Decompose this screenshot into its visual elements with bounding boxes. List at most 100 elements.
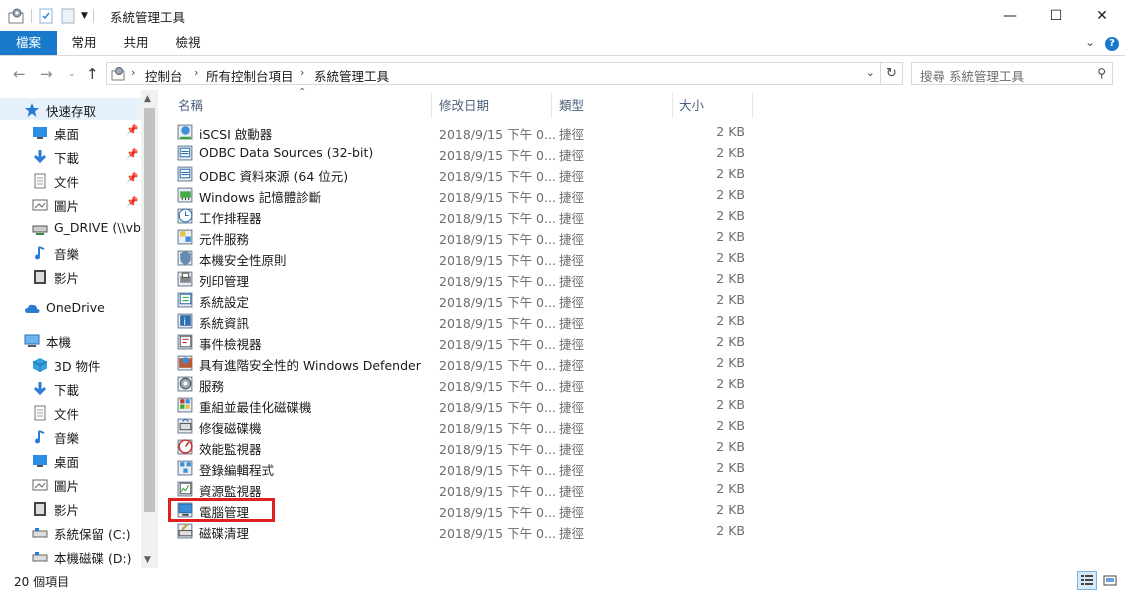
nav-item[interactable]: 系統保留 (C:) (0, 521, 141, 543)
file-row[interactable]: 效能監視器 2018/9/15 下午 0... 捷徑 2 KB (170, 436, 755, 457)
file-row[interactable]: 元件服務 2018/9/15 下午 0... 捷徑 2 KB (170, 226, 755, 247)
file-row[interactable]: Windows 記憶體診斷 2018/9/15 下午 0... 捷徑 2 KB (170, 184, 755, 205)
refresh-icon[interactable]: ↻ (881, 62, 903, 85)
scrollbar-thumb[interactable] (144, 108, 155, 512)
expand-ribbon-chevron-icon[interactable]: ⌄ (1085, 35, 1095, 49)
tab-share[interactable]: 共用 (116, 31, 156, 55)
nav-scrollbar[interactable]: ▲ ▼ (141, 90, 158, 568)
navigation-pane: 快速存取 桌面 📌 下載 📌 文件 📌 圖片 📌 G_DRIVE (\\vbc 音樂 影片 OneDri… (0, 90, 158, 568)
close-button[interactable]: ✕ (1079, 0, 1125, 31)
address-bar[interactable]: › 控制台 › 所有控制台項目 › 系統管理工具 ⌄ (106, 62, 881, 85)
event-viewer-icon (177, 333, 194, 350)
nav-item[interactable]: 圖片 📌 (0, 193, 141, 215)
file-row[interactable]: 列印管理 2018/9/15 下午 0... 捷徑 2 KB (170, 268, 755, 289)
minimize-button[interactable]: — (987, 0, 1033, 31)
file-row[interactable]: 服務 2018/9/15 下午 0... 捷徑 2 KB (170, 373, 755, 394)
scroll-up-icon[interactable]: ▲ (144, 94, 151, 104)
file-row[interactable]: 事件檢視器 2018/9/15 下午 0... 捷徑 2 KB (170, 331, 755, 352)
file-row[interactable]: 具有進階安全性的 Windows Defender ... 2018/9/15 下… (170, 352, 755, 373)
search-icon[interactable]: ⚲ (1097, 66, 1106, 80)
file-row[interactable]: 資源監視器 2018/9/15 下午 0... 捷徑 2 KB (170, 478, 755, 499)
nav-item[interactable]: 文件 (0, 401, 141, 423)
nav-item[interactable]: 3D 物件 (0, 353, 141, 375)
nav-item[interactable]: 本機磁碟 (D:) (0, 545, 141, 567)
file-row[interactable]: 修復磁碟機 2018/9/15 下午 0... 捷徑 2 KB (170, 415, 755, 436)
nav-item-label: 文件 (54, 175, 80, 190)
file-row[interactable]: i 系統資訊 2018/9/15 下午 0... 捷徑 2 KB (170, 310, 755, 331)
recent-locations-chevron-icon[interactable]: ⌄ (68, 69, 76, 79)
search-input[interactable]: 搜尋 系統管理工具 (920, 66, 1024, 85)
drive-icon (32, 549, 48, 563)
breadcrumb-control-panel[interactable]: 控制台 (145, 66, 183, 85)
file-type: 捷徑 (559, 316, 585, 331)
column-divider[interactable] (431, 93, 432, 118)
admin-tools-icon[interactable] (8, 7, 26, 25)
nav-item[interactable]: 影片 (0, 265, 141, 287)
forward-arrow-icon[interactable]: → (40, 65, 53, 83)
details-view-button[interactable] (1077, 571, 1097, 590)
memory-diagnostic-icon (177, 186, 194, 203)
tab-home[interactable]: 常用 (64, 31, 104, 55)
nav-item[interactable]: 文件 📌 (0, 169, 141, 191)
file-size: 2 KB (716, 481, 745, 496)
file-row[interactable]: 本機安全性原則 2018/9/15 下午 0... 捷徑 2 KB (170, 247, 755, 268)
back-arrow-icon[interactable]: ← (13, 65, 26, 83)
file-name: 本機安全性原則 (199, 253, 287, 268)
nav-item-label: G_DRIVE (\\vbc (54, 220, 141, 235)
column-divider[interactable] (551, 93, 552, 118)
column-header-date[interactable]: 修改日期 (439, 93, 549, 118)
print-management-icon (177, 270, 194, 287)
breadcrumb-admin-tools[interactable]: 系統管理工具 (314, 66, 389, 85)
nav-item[interactable]: G_DRIVE (\\vbc (0, 217, 141, 239)
nav-item[interactable]: 桌面 📌 (0, 121, 141, 143)
file-row[interactable]: 系統設定 2018/9/15 下午 0... 捷徑 2 KB (170, 289, 755, 310)
nav-item[interactable]: 下載 📌 (0, 145, 141, 167)
column-header-size[interactable]: 大小 (679, 93, 749, 118)
nav-item[interactable]: 影片 (0, 497, 141, 519)
nav-item[interactable]: 音樂 (0, 241, 141, 263)
ribbon-tabs: 檔案 常用 共用 檢視 ⌄ ? (0, 31, 1125, 56)
file-row[interactable]: iSCSI 啟動器 2018/9/15 下午 0... 捷徑 2 KB (170, 121, 755, 142)
divider (92, 9, 94, 23)
nav-item[interactable]: 桌面 (0, 449, 141, 471)
customize-qa-chevron-icon[interactable]: ▼ (81, 11, 88, 21)
scroll-down-icon[interactable]: ▼ (144, 555, 151, 565)
up-arrow-icon[interactable]: ↑ (86, 65, 99, 83)
help-icon[interactable]: ? (1105, 37, 1119, 51)
file-row[interactable]: 工作排程器 2018/9/15 下午 0... 捷徑 2 KB (170, 205, 755, 226)
services-icon (177, 375, 194, 392)
properties-icon[interactable] (37, 7, 55, 25)
large-icons-view-button[interactable] (1100, 571, 1120, 590)
file-name: 系統設定 (199, 295, 250, 310)
nav-item[interactable]: OneDrive (0, 297, 141, 319)
video-icon (32, 501, 48, 516)
nav-item[interactable]: 快速存取 (0, 98, 141, 120)
column-header-type[interactable]: 類型 (559, 93, 669, 118)
nav-item[interactable]: 下載 (0, 377, 141, 399)
maximize-button[interactable]: ☐ (1033, 0, 1079, 31)
file-row[interactable]: 登錄編輯程式 2018/9/15 下午 0... 捷徑 2 KB (170, 457, 755, 478)
file-row[interactable]: 重組並最佳化磁碟機 2018/9/15 下午 0... 捷徑 2 KB (170, 394, 755, 415)
address-dropdown-chevron-icon[interactable]: ⌄ (866, 66, 875, 79)
new-folder-icon[interactable] (59, 7, 77, 25)
tab-view[interactable]: 檢視 (168, 31, 208, 55)
column-header-name[interactable]: 名稱 (178, 93, 428, 118)
nav-item[interactable]: 音樂 (0, 425, 141, 447)
resource-monitor-icon (177, 480, 194, 497)
column-divider[interactable] (672, 93, 673, 118)
file-date: 2018/9/15 下午 0... (439, 526, 556, 541)
file-type: 捷徑 (559, 190, 585, 205)
file-name: 系統資訊 (199, 316, 250, 331)
3d-objects-icon (32, 357, 48, 372)
nav-item[interactable]: 本機 (0, 329, 141, 351)
cloud-icon (24, 301, 40, 315)
breadcrumb-all-items[interactable]: 所有控制台項目 (206, 66, 294, 85)
nav-item-label: 桌面 (54, 127, 80, 142)
nav-item[interactable]: 圖片 (0, 473, 141, 495)
file-row[interactable]: ODBC Data Sources (32-bit) 2018/9/15 下午 0… (170, 142, 755, 163)
file-row[interactable]: 磁碟清理 2018/9/15 下午 0... 捷徑 2 KB (170, 520, 755, 541)
file-row[interactable]: ODBC 資料來源 (64 位元) 2018/9/15 下午 0... 捷徑 2 KB (170, 163, 755, 184)
column-divider[interactable] (752, 93, 753, 118)
search-box[interactable]: 搜尋 系統管理工具 ⚲ (911, 62, 1113, 85)
tab-file[interactable]: 檔案 (0, 31, 57, 55)
